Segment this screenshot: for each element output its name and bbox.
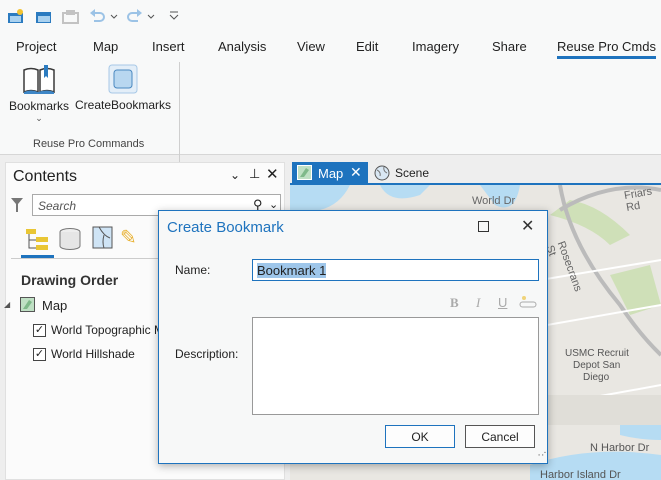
description-input[interactable]	[252, 317, 539, 415]
create-bookmarks-button[interactable]: CreateBookmarks	[75, 64, 171, 114]
bookmarks-icon	[23, 65, 55, 94]
name-label: Name:	[175, 263, 211, 277]
collapse-icon[interactable]: ◢	[4, 300, 10, 309]
section-heading: Drawing Order	[21, 272, 119, 288]
bookmarks-label: Bookmarks	[8, 99, 70, 113]
map-label: Harbor Island Dr	[540, 469, 621, 480]
map-label: USMC Recruit	[565, 348, 629, 359]
save-icon[interactable]	[62, 9, 80, 24]
create-bookmark-icon	[108, 64, 138, 94]
tab-view[interactable]: View	[297, 39, 325, 54]
tab-reuse-pro-cmds[interactable]: Reuse Pro Cmds	[557, 39, 656, 59]
undo-icon[interactable]	[89, 9, 119, 23]
tab-scene-view[interactable]: Scene	[373, 162, 433, 184]
cancel-button[interactable]: Cancel	[465, 425, 535, 448]
hyperlink-icon[interactable]	[519, 295, 537, 309]
map-icon	[20, 297, 35, 312]
map-item[interactable]: Map	[42, 298, 67, 313]
open-project-icon[interactable]	[35, 9, 53, 24]
drawing-order-icon[interactable]	[24, 227, 50, 252]
ribbon: Project Map Insert Analysis View Edit Im…	[0, 32, 661, 180]
chevron-down-icon[interactable]: ⌄	[8, 113, 70, 124]
editing-icon[interactable]: ✎	[120, 225, 137, 250]
create-bookmark-dialog: Create Bookmark ✕ Name: Bookmark 1 B I U…	[158, 210, 548, 464]
italic-button[interactable]: I	[476, 295, 480, 311]
selection-icon[interactable]	[92, 226, 114, 250]
map-label: Diego	[583, 372, 610, 383]
tab-imagery[interactable]: Imagery	[412, 39, 459, 54]
close-icon[interactable]: ✕	[350, 164, 362, 181]
tab-analysis[interactable]: Analysis	[218, 39, 266, 54]
bookmarks-button[interactable]: Bookmarks ⌄	[8, 64, 70, 126]
pin-icon[interactable]: ⊥	[249, 166, 260, 182]
layer-checkbox[interactable]: ✓	[33, 324, 46, 337]
redo-icon[interactable]	[124, 9, 156, 23]
tab-map[interactable]: Map	[93, 39, 118, 54]
tab-project[interactable]: Project	[16, 39, 56, 54]
ok-button[interactable]: OK	[385, 425, 455, 448]
create-bookmarks-label: CreateBookmarks	[75, 98, 172, 112]
name-value: Bookmark 1	[257, 263, 327, 278]
underline-button[interactable]: U	[498, 295, 507, 310]
tab-label: Map	[318, 166, 344, 181]
tab-insert[interactable]: Insert	[152, 39, 185, 54]
map-icon	[297, 165, 312, 180]
resize-grip-icon[interactable]: ⠠⠔	[535, 450, 547, 458]
group-label: Reuse Pro Commands	[33, 138, 145, 150]
globe-icon	[374, 165, 390, 181]
new-project-icon[interactable]	[7, 8, 25, 24]
contents-title: Contents	[13, 168, 78, 185]
bold-button[interactable]: B	[450, 295, 459, 311]
dialog-title: Create Bookmark	[167, 219, 284, 236]
tab-label: Scene	[395, 166, 430, 180]
pane-menu-icon[interactable]: ⌄	[230, 168, 240, 182]
map-label: N Harbor Dr	[590, 442, 650, 454]
tab-map-view[interactable]: Map ✕	[292, 162, 368, 184]
maximize-icon[interactable]	[478, 221, 489, 232]
name-input[interactable]: Bookmark 1	[252, 259, 539, 281]
map-label: World Dr	[472, 195, 516, 207]
layer-checkbox[interactable]: ✓	[33, 348, 46, 361]
filter-icon[interactable]	[10, 197, 24, 213]
description-label: Description:	[175, 347, 239, 361]
tab-edit[interactable]: Edit	[356, 39, 378, 54]
map-label: Depot San	[573, 360, 621, 371]
search-placeholder: Search	[38, 199, 77, 213]
close-icon[interactable]: ✕	[266, 165, 279, 183]
layer-item[interactable]: World Hillshade	[51, 347, 135, 361]
data-source-icon[interactable]	[58, 227, 82, 251]
close-icon[interactable]: ✕	[521, 216, 534, 236]
quick-access-toolbar	[0, 0, 661, 32]
tab-share[interactable]: Share	[492, 39, 527, 54]
customize-icon[interactable]	[168, 10, 180, 22]
